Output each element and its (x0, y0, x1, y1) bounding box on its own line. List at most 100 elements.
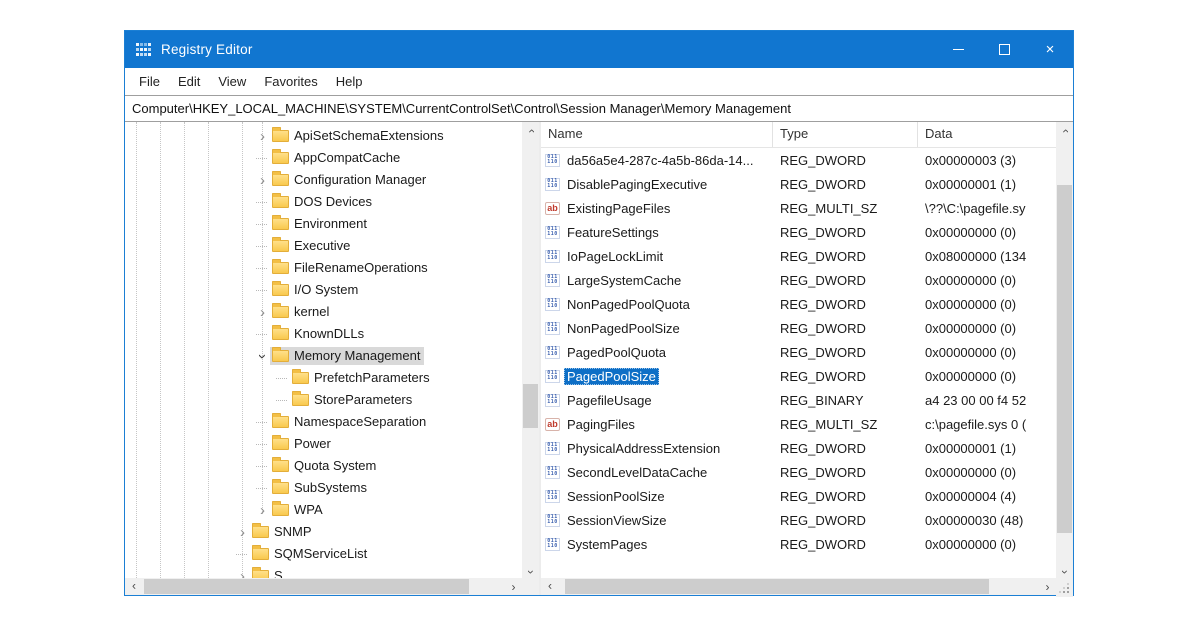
tree-item-knowndlls[interactable]: KnownDLLs (125, 323, 522, 345)
tree-item-prefetchparameters[interactable]: PrefetchParameters (125, 367, 522, 389)
scroll-left-arrow-icon[interactable]: › (125, 578, 142, 595)
list-row-sessionviewsize[interactable]: 011110SessionViewSizeREG_DWORD0x00000030… (541, 508, 1056, 532)
close-button[interactable]: × (1027, 31, 1073, 68)
scroll-right-arrow-icon[interactable]: › (505, 578, 522, 595)
list-row-sessionpoolsize[interactable]: 011110SessionPoolSizeREG_DWORD0x00000004… (541, 484, 1056, 508)
tree-item-appcompatcache[interactable]: AppCompatCache (125, 147, 522, 169)
tree-hscroll-track[interactable] (142, 578, 505, 595)
menu-view[interactable]: View (209, 69, 255, 95)
list-row-pagingfiles[interactable]: abPagingFilesREG_MULTI_SZc:\pagefile.sys… (541, 412, 1056, 436)
list-row-existingpagefiles[interactable]: abExistingPageFilesREG_MULTI_SZ\??\C:\pa… (541, 196, 1056, 220)
tree-node[interactable]: FileRenameOperations (270, 259, 432, 277)
column-header-type[interactable]: Type (773, 122, 918, 147)
chevron-right-icon[interactable]: › (235, 521, 250, 543)
tree-item-executive[interactable]: Executive (125, 235, 522, 257)
tree-item-apisetschemaextensions[interactable]: ›ApiSetSchemaExtensions (125, 125, 522, 147)
menu-file[interactable]: File (130, 69, 169, 95)
tree-node[interactable]: Executive (270, 237, 354, 255)
tree-node[interactable]: WPA (270, 501, 327, 519)
tree-node[interactable]: SQMServiceList (250, 545, 371, 563)
scroll-right-arrow-icon[interactable]: › (1039, 578, 1056, 595)
tree-node[interactable]: StoreParameters (290, 391, 416, 409)
tree-node[interactable]: SubSystems (270, 479, 371, 497)
tree-node[interactable]: kernel (270, 303, 333, 321)
list-row-physicaladdressextension[interactable]: 011110PhysicalAddressExtensionREG_DWORD0… (541, 436, 1056, 460)
tree-item-environment[interactable]: Environment (125, 213, 522, 235)
tree-item-sqmservicelist[interactable]: SQMServiceList (125, 543, 522, 565)
tree-item-configuration-manager[interactable]: ›Configuration Manager (125, 169, 522, 191)
tree-node[interactable]: ApiSetSchemaExtensions (270, 127, 448, 145)
chevron-right-icon[interactable]: › (255, 301, 270, 323)
tree-node[interactable]: Memory Management (270, 347, 424, 365)
list-row-systempages[interactable]: 011110SystemPagesREG_DWORD0x00000000 (0) (541, 532, 1056, 556)
tree-horizontal-scrollbar[interactable]: › › (125, 578, 522, 595)
chevron-down-icon[interactable]: › (255, 345, 270, 367)
tree-item-memory-management[interactable]: ›Memory Management (125, 345, 522, 367)
list-row-pagefileusage[interactable]: 011110PagefileUsageREG_BINARYa4 23 00 00… (541, 388, 1056, 412)
menu-edit[interactable]: Edit (169, 69, 209, 95)
column-header-name[interactable]: Name (541, 122, 773, 147)
tree-hscroll-thumb[interactable] (144, 579, 469, 594)
chevron-right-icon[interactable]: › (255, 169, 270, 191)
column-header-data[interactable]: Data (918, 122, 1056, 147)
tree-item-storeparameters[interactable]: StoreParameters (125, 389, 522, 411)
tree-item-dos-devices[interactable]: DOS Devices (125, 191, 522, 213)
list-hscroll-track[interactable] (558, 578, 1039, 595)
list-row-iopagelocklimit[interactable]: 011110IoPageLockLimitREG_DWORD0x08000000… (541, 244, 1056, 268)
tree-item-kernel[interactable]: ›kernel (125, 301, 522, 323)
tree-node[interactable]: DOS Devices (270, 193, 376, 211)
tree-node[interactable]: Environment (270, 215, 371, 233)
chevron-right-icon[interactable]: › (255, 499, 270, 521)
tree-node[interactable]: PrefetchParameters (290, 369, 434, 387)
tree-item-s[interactable]: ›S (125, 565, 522, 578)
tree-node[interactable]: Quota System (270, 457, 380, 475)
tree-item-i-o-system[interactable]: I/O System (125, 279, 522, 301)
key-tree[interactable]: ›ApiSetSchemaExtensionsAppCompatCache›Co… (125, 122, 522, 578)
scroll-up-arrow-icon[interactable]: › (522, 122, 539, 139)
chevron-right-icon[interactable]: › (235, 565, 250, 578)
list-row-nonpagedpoolquota[interactable]: 011110NonPagedPoolQuotaREG_DWORD0x000000… (541, 292, 1056, 316)
scroll-up-arrow-icon[interactable]: › (1056, 122, 1073, 139)
menu-favorites[interactable]: Favorites (255, 69, 326, 95)
chevron-right-icon[interactable]: › (255, 125, 270, 147)
list-row-pagedpoolquota[interactable]: 011110PagedPoolQuotaREG_DWORD0x00000000 … (541, 340, 1056, 364)
tree-node[interactable]: NamespaceSeparation (270, 413, 430, 431)
list-vscroll-thumb[interactable] (1057, 185, 1072, 533)
list-row-da56a5e4-287c-4a5b-86da-14[interactable]: 011110da56a5e4-287c-4a5b-86da-14...REG_D… (541, 148, 1056, 172)
list-vertical-scrollbar[interactable]: › › (1056, 122, 1073, 580)
tree-vscroll-track[interactable] (522, 139, 539, 563)
tree-node[interactable]: AppCompatCache (270, 149, 404, 167)
list-row-secondleveldatacache[interactable]: 011110SecondLevelDataCacheREG_DWORD0x000… (541, 460, 1056, 484)
maximize-button[interactable] (981, 31, 1027, 68)
list-row-nonpagedpoolsize[interactable]: 011110NonPagedPoolSizeREG_DWORD0x0000000… (541, 316, 1056, 340)
tree-item-namespaceseparation[interactable]: NamespaceSeparation (125, 411, 522, 433)
list-row-pagedpoolsize[interactable]: 011110PagedPoolSizeREG_DWORD0x00000000 (… (541, 364, 1056, 388)
list-vscroll-track[interactable] (1056, 139, 1073, 563)
tree-node[interactable]: Configuration Manager (270, 171, 430, 189)
list-row-featuresettings[interactable]: 011110FeatureSettingsREG_DWORD0x00000000… (541, 220, 1056, 244)
address-input[interactable] (125, 96, 1073, 121)
tree-node[interactable]: Power (270, 435, 335, 453)
minimize-button[interactable] (935, 31, 981, 68)
tree-vscroll-thumb[interactable] (523, 384, 538, 428)
menu-help[interactable]: Help (327, 69, 372, 95)
list-hscroll-thumb[interactable] (565, 579, 989, 594)
tree-node[interactable]: S (250, 567, 287, 578)
tree-item-subsystems[interactable]: SubSystems (125, 477, 522, 499)
tree-item-quota-system[interactable]: Quota System (125, 455, 522, 477)
window-resize-grip[interactable] (1056, 580, 1073, 597)
tree-node[interactable]: KnownDLLs (270, 325, 368, 343)
tree-item-wpa[interactable]: ›WPA (125, 499, 522, 521)
tree-node[interactable]: I/O System (270, 281, 362, 299)
list-horizontal-scrollbar[interactable]: › › (541, 578, 1056, 595)
tree-item-snmp[interactable]: ›SNMP (125, 521, 522, 543)
tree-node[interactable]: SNMP (250, 523, 316, 541)
tree-item-power[interactable]: Power (125, 433, 522, 455)
scroll-down-arrow-icon[interactable]: › (1056, 563, 1073, 580)
list-row-largesystemcache[interactable]: 011110LargeSystemCacheREG_DWORD0x0000000… (541, 268, 1056, 292)
title-bar[interactable]: Registry Editor × (125, 31, 1073, 68)
list-row-disablepagingexecutive[interactable]: 011110DisablePagingExecutiveREG_DWORD0x0… (541, 172, 1056, 196)
tree-item-filerenameoperations[interactable]: FileRenameOperations (125, 257, 522, 279)
tree-vertical-scrollbar[interactable]: › › (522, 122, 539, 580)
scroll-left-arrow-icon[interactable]: › (541, 578, 558, 595)
